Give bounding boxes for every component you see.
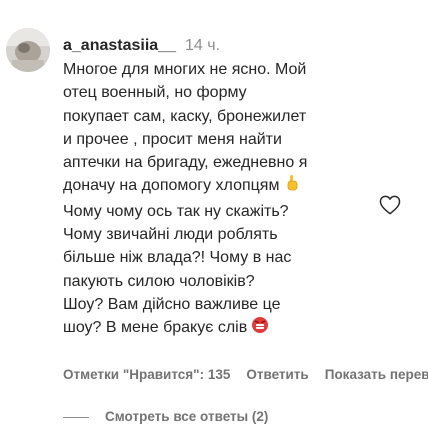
username-link[interactable]: a_anastasiia__ [63, 37, 176, 54]
comment-line-with-emoji: шоу? В мене бракує слів [63, 316, 373, 341]
comment-line-text: шоу? В мене бракує слів [63, 319, 248, 337]
angry-face-emoji-icon [251, 316, 269, 341]
pointing-hand-emoji-icon [283, 174, 301, 199]
view-replies-button[interactable]: Смотреть все ответы (2) [63, 409, 268, 424]
likes-count-link[interactable]: Отметки "Нравится": 135 [63, 367, 230, 382]
comment-line: Шоу? Вам дійсно важливе це [63, 295, 281, 313]
comment-line: покупает сам, каску, бронежилет [63, 107, 307, 125]
timestamp[interactable]: 14 ч. [185, 37, 220, 54]
replies-divider [63, 416, 89, 418]
comment-line: більше ніж влада?! Чому в нас [63, 249, 292, 267]
comment-line-with-emoji: доначу на допомогу хлопцям [63, 174, 373, 199]
comment-line: Чому звичайні люди роблять [63, 226, 278, 244]
reply-button[interactable]: Ответить [246, 367, 308, 382]
comment-text: Многое для многих не ясно. Мой отец воен… [63, 58, 373, 342]
comment-header: a_anastasiia__ 14 ч. [63, 36, 220, 56]
comment-line: Многое для многих не ясно. Мой [63, 61, 307, 78]
comment-line: Чому чому ось так ну скажіть? [63, 202, 289, 220]
comment-line-text: доначу на допомогу хлопцям [63, 177, 280, 195]
heart-outline-icon[interactable] [379, 195, 401, 215]
comment-line: и прочее , просит меня найти [63, 130, 282, 148]
translate-button[interactable]: Показать перевод [325, 367, 428, 382]
avatar[interactable] [6, 28, 50, 72]
comment-line: аптечки на бригаду, ежедневно я [63, 154, 308, 172]
comment-line: отец военный, но форму [63, 84, 247, 102]
comment-line: пакують силою чоловіків? [63, 272, 255, 290]
view-replies-label: Смотреть все ответы (2) [105, 409, 269, 424]
comment-actions: Отметки "Нравится": 135 Ответить Показать … [63, 367, 428, 382]
